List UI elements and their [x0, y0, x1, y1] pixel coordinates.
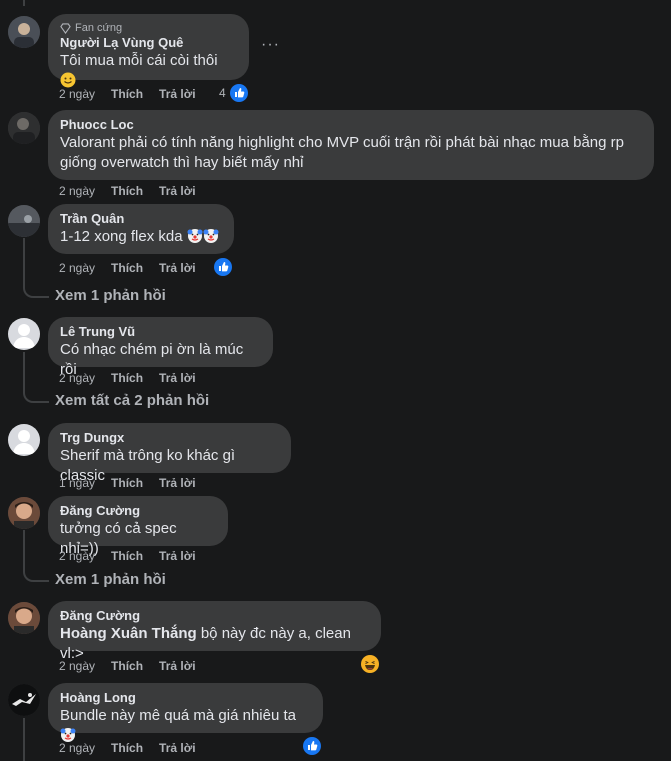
diamond-icon	[60, 22, 71, 34]
comment-text: 1-12 xong flex kda	[60, 228, 183, 245]
avatar[interactable]	[8, 602, 40, 634]
reply-button[interactable]: Trả lời	[159, 86, 196, 102]
avatar[interactable]	[8, 205, 40, 237]
comment-time[interactable]: 2 ngày	[59, 183, 95, 199]
reaction-count[interactable]: 4	[219, 84, 248, 102]
comment-author[interactable]: Hoàng Long	[60, 690, 311, 706]
comment-bubble: Trg Dungx Sherif mà trông ko khác gì cla…	[48, 423, 291, 484]
comment-bubble: Đăng Cường Hoàng Xuân Thắng bộ này đc nà…	[48, 601, 381, 662]
reply-button[interactable]: Trả lời	[159, 260, 196, 276]
more-options-icon[interactable]: ···	[261, 36, 280, 54]
like-button[interactable]: Thích	[111, 260, 143, 276]
reply-button[interactable]: Trả lời	[159, 548, 196, 564]
comment-author[interactable]: Lê Trung Vũ	[60, 324, 261, 340]
thread-line	[23, 530, 49, 582]
avatar[interactable]	[8, 16, 40, 48]
reply-button[interactable]: Trả lời	[159, 183, 196, 199]
mention-link[interactable]: Hoàng Xuân Thắng	[60, 625, 197, 642]
comment-bubble: Phuocc Loc Valorant phải có tính năng hi…	[48, 110, 654, 180]
view-replies-link[interactable]: Xem tất cả 2 phản hồi	[55, 391, 209, 411]
comment-bubble: Trần Quân 1-12 xong flex kda	[48, 204, 234, 254]
comment-actions: 2 ngày Thích Trả lời	[59, 740, 196, 756]
comment-actions: 2 ngày Thích Trả lời	[59, 260, 196, 276]
like-button[interactable]: Thích	[111, 658, 143, 674]
comment-actions: 1 ngày Thích Trả lời	[59, 475, 196, 491]
view-replies-link[interactable]: Xem 1 phản hồi	[55, 286, 166, 306]
comment-bubble: Hoàng Long Bundle này mê quá mà giá nhiê…	[48, 683, 323, 742]
comment-time[interactable]: 2 ngày	[59, 260, 95, 276]
reply-button[interactable]: Trả lời	[159, 658, 196, 674]
comment-bubble: Fan cứng Người Lạ Vùng Quê Tôi mua mỗi c…	[48, 14, 249, 88]
comment-author[interactable]: Đăng Cường	[60, 503, 216, 519]
like-button[interactable]: Thích	[111, 86, 143, 102]
comment-actions: 2 ngày Thích Trả lời	[59, 183, 196, 199]
comment-text: Valorant phải có tính năng highlight cho…	[60, 134, 624, 171]
like-button[interactable]: Thích	[111, 370, 143, 386]
clown-emoji-icon	[187, 229, 203, 243]
reply-button[interactable]: Trả lời	[159, 740, 196, 756]
comment-time[interactable]: 2 ngày	[59, 740, 95, 756]
comment-time[interactable]: 1 ngày	[59, 475, 95, 491]
like-icon	[303, 737, 321, 755]
comment-actions: 2 ngày Thích Trả lời	[59, 370, 196, 386]
comment-time[interactable]: 2 ngày	[59, 658, 95, 674]
reply-button[interactable]: Trả lời	[159, 475, 196, 491]
comment-bubble: Lê Trung Vũ Có nhạc chém pi ờn là múc rồ…	[48, 317, 273, 378]
reaction-count-value: 4	[219, 86, 226, 100]
comment-author[interactable]: Trần Quân	[60, 211, 222, 227]
comment-time[interactable]: 2 ngày	[59, 86, 95, 102]
avatar[interactable]	[8, 424, 40, 456]
like-button[interactable]: Thích	[111, 475, 143, 491]
thread-line	[23, 718, 25, 761]
comment-actions: 2 ngày Thích Trả lời	[59, 548, 196, 564]
view-replies-link[interactable]: Xem 1 phản hồi	[55, 570, 166, 590]
comment-actions: 2 ngày Thích Trả lời	[59, 658, 196, 674]
comment-author[interactable]: Phuocc Loc	[60, 117, 642, 133]
comment-bubble: Đăng Cường tưởng có cả spec nhỉ=))	[48, 496, 228, 557]
like-icon	[229, 84, 248, 102]
avatar[interactable]	[8, 318, 40, 350]
like-button[interactable]: Thích	[111, 548, 143, 564]
clown-emoji-icon	[203, 229, 219, 243]
comment-time[interactable]: 2 ngày	[59, 548, 95, 564]
avatar[interactable]	[8, 684, 40, 716]
badge-label: Fan cứng	[75, 22, 123, 34]
thread-line-top	[23, 0, 25, 6]
thread-line	[23, 352, 49, 403]
comment-author[interactable]: Trg Dungx	[60, 430, 279, 446]
avatar[interactable]	[8, 497, 40, 529]
comment-author[interactable]: Người Lạ Vùng Quê	[60, 35, 237, 51]
comment-actions: 2 ngày Thích Trả lời	[59, 86, 196, 102]
reaction-count[interactable]	[303, 737, 321, 755]
comment-text: Bundle này mê quá mà giá nhiêu ta	[60, 707, 296, 724]
like-button[interactable]: Thích	[111, 183, 143, 199]
like-icon	[214, 258, 232, 276]
like-button[interactable]: Thích	[111, 740, 143, 756]
fan-badge: Fan cứng	[60, 21, 237, 35]
avatar[interactable]	[8, 112, 40, 144]
comment-author[interactable]: Đăng Cường	[60, 608, 369, 624]
reaction-count[interactable]	[214, 258, 232, 276]
reaction-count[interactable]	[361, 655, 379, 673]
reply-button[interactable]: Trả lời	[159, 370, 196, 386]
comment-time[interactable]: 2 ngày	[59, 370, 95, 386]
haha-icon	[361, 655, 379, 673]
thread-line	[23, 238, 49, 298]
comment-text: Tôi mua mỗi cái còi thôi	[60, 52, 218, 69]
